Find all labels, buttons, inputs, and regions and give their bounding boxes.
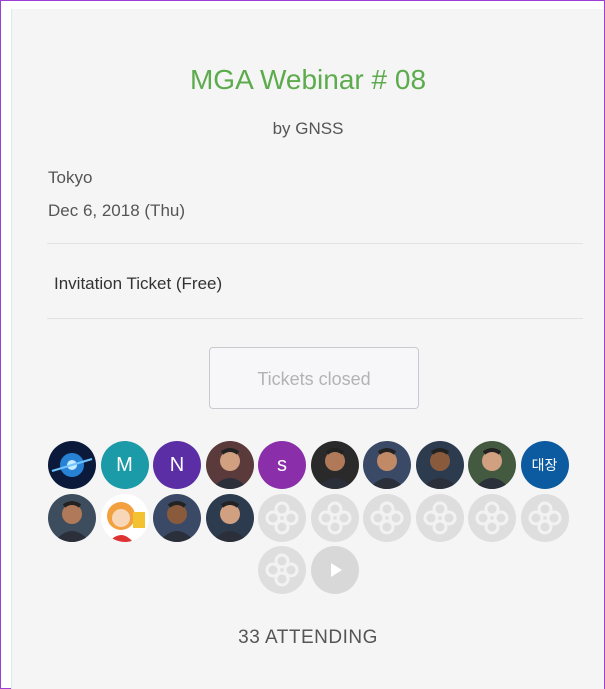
avatar-initial: 대장 <box>531 457 558 473</box>
attendee-avatar[interactable] <box>310 441 359 489</box>
placeholder-avatar-icon <box>475 501 509 534</box>
blue-space-photo <box>48 441 96 489</box>
tickets-closed-button: Tickets closed <box>209 347 419 409</box>
event-location: Tokyo <box>48 168 93 187</box>
attendee-avatar[interactable] <box>48 441 96 489</box>
attendee-placeholder <box>415 493 464 542</box>
person-photo <box>48 493 96 542</box>
play-icon <box>330 563 342 577</box>
attendee-avatar-grid: M Ns 대장 <box>48 441 584 611</box>
placeholder-avatar-icon <box>318 501 351 534</box>
avatar-initial: N <box>169 454 185 476</box>
event-frame: MGA Webinar # 08 by GNSS Tokyo Dec 6, 20… <box>0 0 605 689</box>
placeholder-avatar-icon <box>265 553 299 587</box>
person-photo <box>205 493 254 542</box>
placeholder-avatar-icon <box>528 501 561 534</box>
ticket-name: Invitation Ticket (Free) <box>54 274 223 293</box>
attending-count[interactable]: 33 ATTENDING <box>12 627 604 649</box>
person-photo <box>468 441 516 489</box>
attendee-avatar[interactable] <box>415 441 464 489</box>
attendee-placeholder <box>310 493 359 542</box>
attendee-placeholder <box>468 493 516 542</box>
divider <box>47 243 583 244</box>
placeholder-avatar-icon <box>265 501 299 534</box>
attendee-placeholder <box>363 493 411 542</box>
attendee-avatar[interactable] <box>153 493 201 542</box>
attendee-avatar[interactable]: N <box>153 441 201 489</box>
divider <box>47 318 583 319</box>
attendee-avatar[interactable] <box>205 441 254 489</box>
attendee-placeholder <box>520 493 569 542</box>
attendee-avatar[interactable] <box>468 441 516 489</box>
placeholder-avatar-icon <box>370 501 404 534</box>
attendee-placeholder <box>258 493 306 542</box>
attendee-avatar[interactable] <box>100 493 149 542</box>
organizer-label[interactable]: by GNSS <box>12 119 604 139</box>
cartoon-photo <box>100 493 149 542</box>
event-card: MGA Webinar # 08 by GNSS Tokyo Dec 6, 20… <box>11 9 604 689</box>
event-date: Dec 6, 2018 (Thu) <box>48 201 186 220</box>
attendee-avatar[interactable] <box>205 493 254 542</box>
show-more-attendees-button[interactable] <box>310 546 359 594</box>
attendee-avatar[interactable]: 대장 <box>520 441 569 489</box>
person-photo <box>205 441 254 489</box>
avatar-initial: M <box>116 454 133 476</box>
placeholder-avatar-icon <box>423 501 456 534</box>
avatar-initial: s <box>277 454 287 476</box>
attendee-avatar[interactable] <box>48 493 96 542</box>
person-photo <box>363 441 411 489</box>
person-photo <box>153 493 201 542</box>
person-photo <box>415 441 464 489</box>
person-photo <box>310 441 359 489</box>
attendee-avatar[interactable] <box>363 441 411 489</box>
attendee-avatar[interactable]: M <box>100 441 149 489</box>
attendee-placeholder <box>258 546 306 594</box>
event-title[interactable]: MGA Webinar # 08 <box>12 64 604 96</box>
attendee-avatar[interactable]: s <box>258 441 306 489</box>
